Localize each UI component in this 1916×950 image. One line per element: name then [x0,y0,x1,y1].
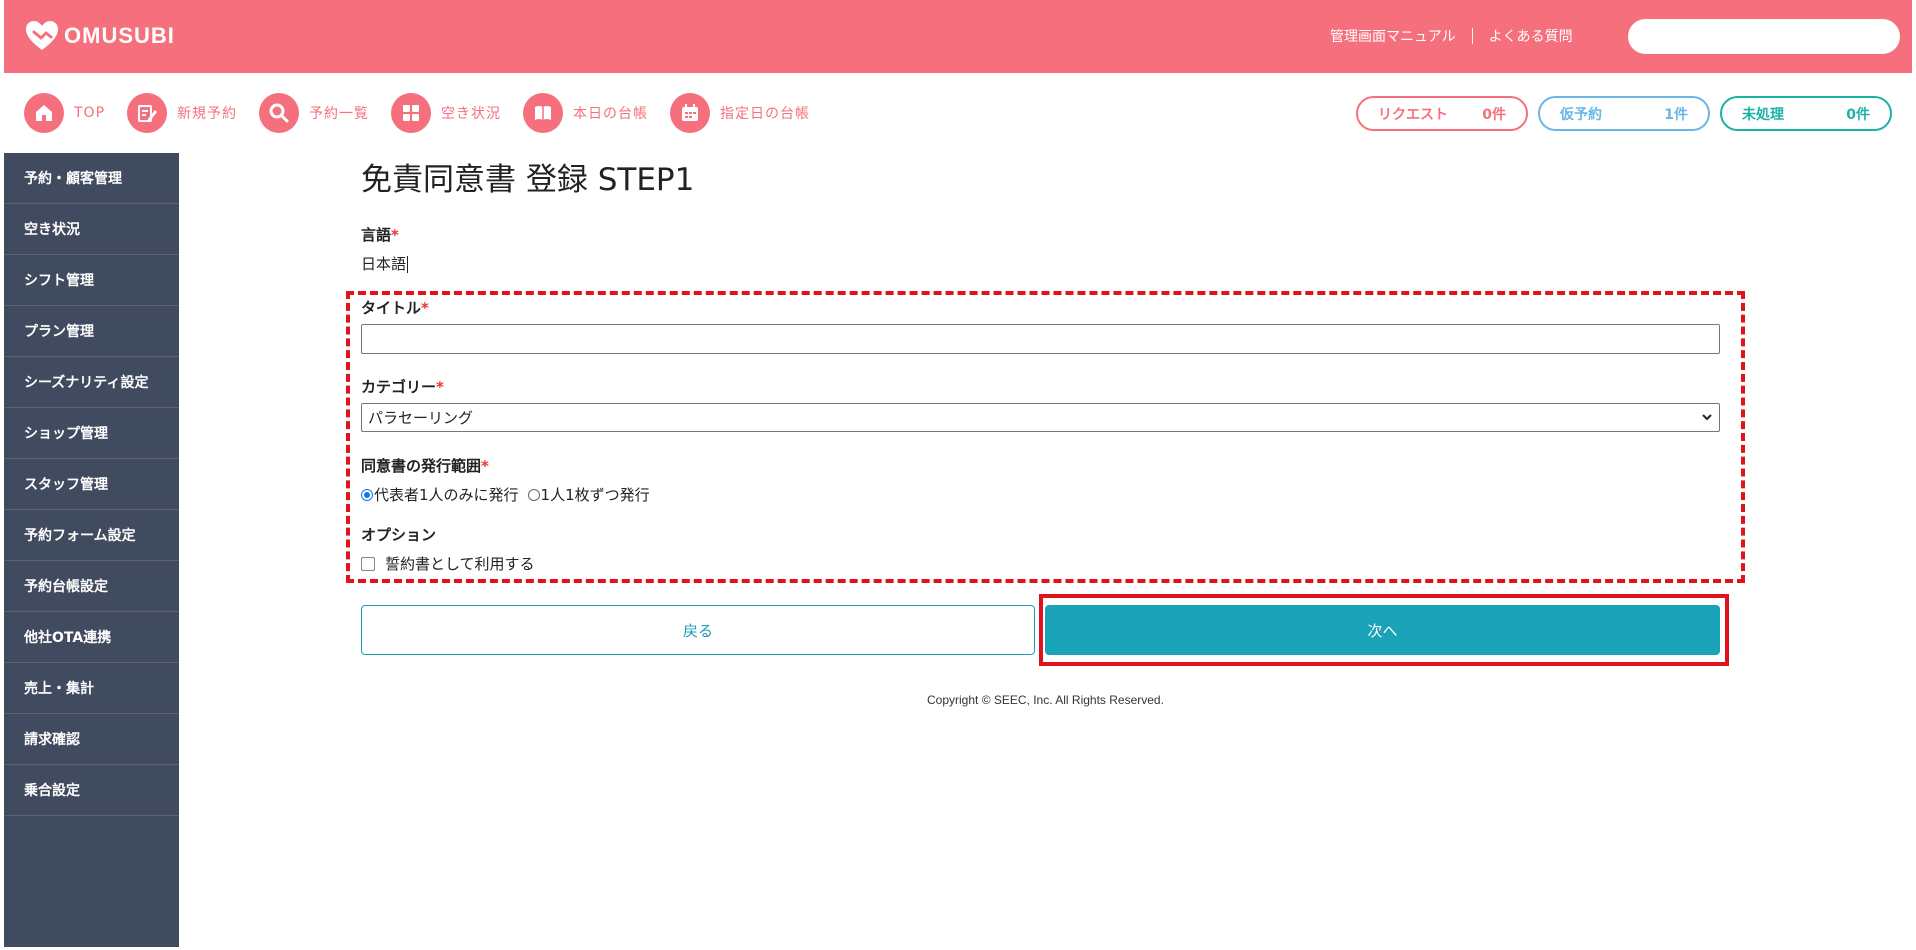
pill-count: 1件 [1664,106,1688,123]
issue-scope-radio-group: 代表者1人のみに発行 1人1枚ずつ発行 [361,484,659,505]
category-label-text: カテゴリー [361,378,437,396]
sidebar-item-booking-customers[interactable]: 予約・顧客管理 [4,153,179,204]
quick-nav-label: 新規予約 [177,106,238,122]
manual-link[interactable]: 管理画面マニュアル [1330,26,1456,46]
pill-label: 未処理 [1742,106,1784,123]
header-link-divider [1471,28,1473,44]
top-header: OMUSUBI 管理画面マニュアル よくある質問 [4,0,1912,73]
book-icon [523,93,564,133]
sidebar: 予約・顧客管理 空き状況 シフト管理 プラン管理 シーズナリティ設定 ショップ管… [4,153,179,947]
copyright-text: Copyright © SEEC, Inc. All Rights Reserv… [927,693,1164,707]
pill-count: 0件 [1482,106,1506,123]
sidebar-item-billing[interactable]: 請求確認 [4,714,179,765]
quick-nav-label: 予約一覧 [309,106,370,122]
required-mark: * [481,457,489,475]
required-mark: * [391,226,399,244]
sidebar-item-ledger-settings[interactable]: 予約台帳設定 [4,561,179,612]
required-mark: * [436,378,444,396]
logo-text: OMUSUBI [64,23,175,48]
quick-nav-label: 本日の台帳 [573,106,649,122]
title-label-text: タイトル [361,299,422,317]
omusubi-logo[interactable]: OMUSUBI [24,18,175,54]
page-title: 免責同意書 登録 STEP1 [361,162,695,198]
issue-scope-label: 同意書の発行範囲* [361,455,489,476]
sidebar-item-seasonality[interactable]: シーズナリティ設定 [4,357,179,408]
issue-scope-representative-option[interactable]: 代表者1人のみに発行 [361,484,519,505]
radio-selected-icon[interactable] [361,488,373,501]
radio-unselected-icon[interactable] [527,488,540,501]
quick-nav-today-ledger[interactable]: 本日の台帳 [523,93,648,133]
quick-nav-label: 指定日の台帳 [720,106,811,122]
pill-count: 0件 [1846,106,1870,123]
pill-label: 仮予約 [1560,106,1602,123]
quick-nav-date-ledger[interactable]: 指定日の台帳 [670,93,810,133]
calendar-icon [670,93,711,133]
pledge-checkbox-label: 誓約書として利用する [385,555,535,573]
quick-nav-top[interactable]: TOP [24,93,105,133]
edit-icon [127,93,168,133]
title-input[interactable] [361,324,1720,354]
pill-label: リクエスト [1378,106,1448,123]
title-label: タイトル* [361,297,429,318]
status-pills: リクエスト 0件 仮予約 1件 未処理 0件 [1356,96,1892,131]
pledge-checkbox[interactable] [361,556,375,571]
sidebar-item-booking-form[interactable]: 予約フォーム設定 [4,510,179,561]
request-status-pill[interactable]: リクエスト 0件 [1356,96,1528,131]
quick-nav-label: TOP [74,105,106,121]
radio-label: 1人1枚ずつ発行 [540,486,650,504]
pledge-option-row[interactable]: 誓約書として利用する [361,553,535,574]
back-button[interactable]: 戻る [361,605,1035,655]
language-value-text: 日本語 [361,255,407,273]
sidebar-item-plan[interactable]: プラン管理 [4,306,179,357]
issue-scope-label-text: 同意書の発行範囲 [361,457,482,475]
category-selected-value: パラセーリング [368,409,474,427]
home-icon [24,93,64,133]
next-button[interactable]: 次へ [1045,605,1720,655]
sidebar-item-shared-ride[interactable]: 乗合設定 [4,765,179,816]
sidebar-item-availability[interactable]: 空き状況 [4,204,179,255]
sidebar-item-shift[interactable]: シフト管理 [4,255,179,306]
issue-scope-each-person-option[interactable]: 1人1枚ずつ発行 [527,484,650,505]
sidebar-item-sales[interactable]: 売上・集計 [4,663,179,714]
quick-nav: TOP 新規予約 予約一覧 空き状況 本日の台帳 指定日の台帳 [24,93,832,133]
quick-nav-booking-list[interactable]: 予約一覧 [259,93,369,133]
language-label-text: 言語 [361,226,392,244]
header-search-input[interactable] [1628,19,1900,54]
quick-nav-new-booking[interactable]: 新規予約 [127,93,237,133]
heart-logo-icon [24,18,60,54]
faq-link[interactable]: よくある質問 [1489,26,1573,46]
grid-icon [391,93,432,133]
language-value: 日本語 [361,253,409,274]
text-cursor [407,256,409,273]
search-icon [259,93,300,133]
temp-booking-status-pill[interactable]: 仮予約 1件 [1538,96,1710,131]
radio-label: 代表者1人のみに発行 [374,486,519,504]
sidebar-item-shop[interactable]: ショップ管理 [4,408,179,459]
quick-nav-availability[interactable]: 空き状況 [391,93,501,133]
category-select[interactable]: パラセーリング [361,403,1720,432]
sidebar-item-ota[interactable]: 他社OTA連携 [4,612,179,663]
language-label: 言語* [361,224,399,245]
category-label: カテゴリー* [361,376,444,397]
option-label: オプション [361,526,437,544]
chevron-down-icon [1701,409,1713,427]
required-mark: * [421,299,429,317]
quick-nav-label: 空き状況 [441,106,502,122]
header-links: 管理画面マニュアル よくある質問 [1330,26,1573,46]
sidebar-item-staff[interactable]: スタッフ管理 [4,459,179,510]
pending-status-pill[interactable]: 未処理 0件 [1720,96,1892,131]
